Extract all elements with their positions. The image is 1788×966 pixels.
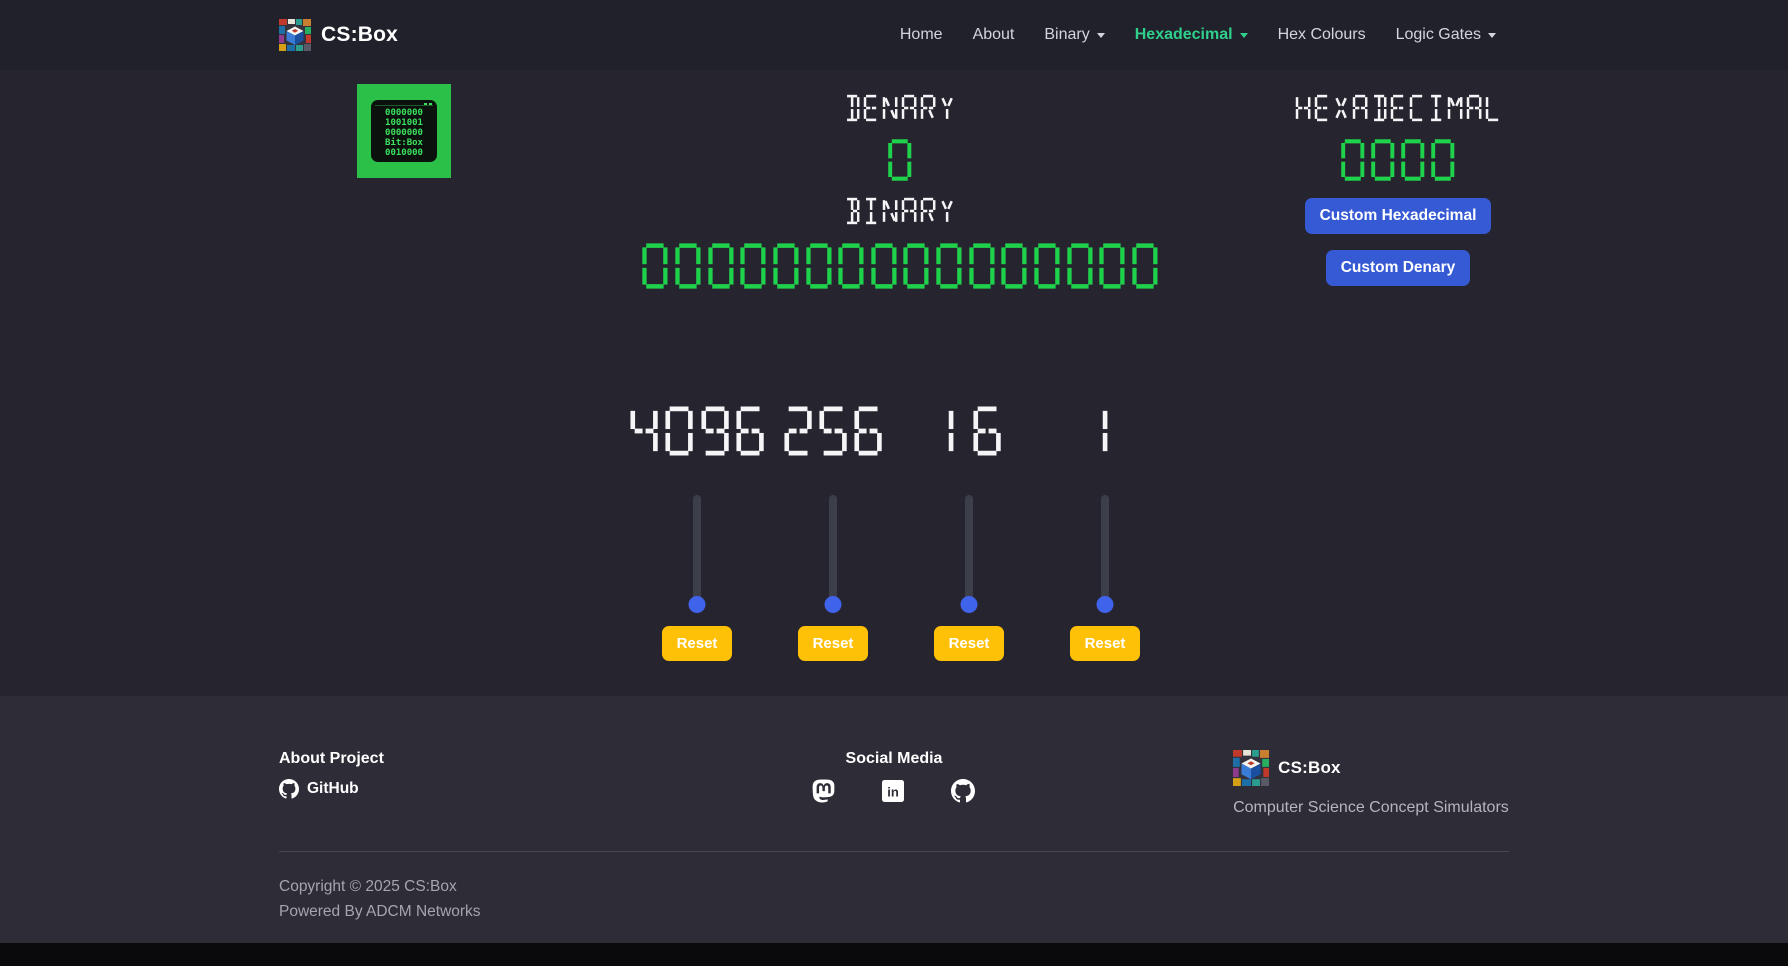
footer: About Project GitHub Social Media in xyxy=(0,696,1788,943)
mastodon-link[interactable] xyxy=(812,779,835,803)
slider-thumb[interactable] xyxy=(961,596,978,613)
footer-brand-title: CS:Box xyxy=(1278,758,1341,778)
hexadecimal-column: Custom Hexadecimal Custom Denary xyxy=(1283,70,1513,286)
linkedin-icon: in xyxy=(881,779,905,803)
slider-track[interactable] xyxy=(1101,495,1109,607)
custom-denary-button[interactable]: Custom Denary xyxy=(1326,250,1471,286)
reset-button-256[interactable]: Reset xyxy=(798,626,869,661)
github-icon xyxy=(951,779,975,803)
nav-item-home[interactable]: Home xyxy=(887,18,956,52)
svg-text:in: in xyxy=(888,785,900,800)
csbox-logo-icon xyxy=(279,19,311,51)
slider-column-4096: Reset xyxy=(632,405,762,661)
slider-column-16: Reset xyxy=(904,405,1034,661)
github-icon xyxy=(279,779,299,799)
chevron-down-icon xyxy=(1240,33,1248,38)
hex-digit-slider-256[interactable] xyxy=(824,495,842,607)
nav-item-hexadecimal-dropdown[interactable]: Hexadecimal xyxy=(1122,18,1261,52)
csbox-hexadecimal-page: CS:Box Home About Binary Hexadecimal Hex… xyxy=(0,0,1788,966)
chevron-down-icon xyxy=(1488,33,1496,38)
place-value-16 xyxy=(936,405,1002,457)
denary-binary-column xyxy=(640,70,1160,290)
bitbox-titlebar xyxy=(375,105,433,106)
hexadecimal-display xyxy=(1340,138,1455,182)
linkedin-link[interactable]: in xyxy=(881,779,905,803)
github-social-link[interactable] xyxy=(951,779,975,803)
hex-digit-slider-1[interactable] xyxy=(1096,495,1114,607)
hex-digit-slider-16[interactable] xyxy=(960,495,978,607)
github-repo-link[interactable]: GitHub xyxy=(279,779,359,799)
denary-heading xyxy=(844,94,955,122)
custom-hexadecimal-button[interactable]: Custom Hexadecimal xyxy=(1305,198,1492,234)
hexadecimal-heading xyxy=(1295,94,1502,122)
hex-digit-slider-4096[interactable] xyxy=(688,495,706,607)
about-project-heading: About Project xyxy=(279,750,685,768)
copyright-text: Copyright © 2025 CS:Box xyxy=(279,874,1509,899)
denary-display xyxy=(887,138,913,182)
nav-links: Home About Binary Hexadecimal Hex Colour… xyxy=(887,18,1509,52)
place-value-4096 xyxy=(629,405,765,457)
slider-thumb[interactable] xyxy=(1097,596,1114,613)
footer-social-column: Social Media in xyxy=(691,750,1097,803)
footer-legal: Copyright © 2025 CS:Box Powered By ADCM … xyxy=(279,874,1509,924)
nav-item-about[interactable]: About xyxy=(960,18,1028,52)
github-link-label: GitHub xyxy=(307,780,359,798)
csbox-logo-icon xyxy=(1233,750,1269,786)
bitbox-titlebar-dots xyxy=(424,103,432,105)
main-content: 0000000 1001001 0000000 Bit:Box 0010000 … xyxy=(0,70,1788,696)
social-icons-row: in xyxy=(691,779,1097,803)
reset-button-4096[interactable]: Reset xyxy=(662,626,733,661)
footer-about-column: About Project GitHub xyxy=(279,750,685,804)
slider-track[interactable] xyxy=(829,495,837,607)
slider-column-1: Reset xyxy=(1040,405,1170,661)
footer-divider xyxy=(279,851,1509,852)
footer-tagline: Computer Science Concept Simulators xyxy=(1233,799,1509,817)
place-value-1 xyxy=(1090,405,1120,457)
place-value-256 xyxy=(783,405,884,457)
nav-item-binary-dropdown[interactable]: Binary xyxy=(1031,18,1117,52)
reset-button-16[interactable]: Reset xyxy=(934,626,1005,661)
nav-item-logic-gates-dropdown[interactable]: Logic Gates xyxy=(1383,18,1509,52)
reset-button-1[interactable]: Reset xyxy=(1070,626,1141,661)
brand-title: CS:Box xyxy=(321,23,398,47)
social-media-heading: Social Media xyxy=(691,750,1097,768)
bitbox-screen: 0000000 1001001 0000000 Bit:Box 0010000 xyxy=(371,100,437,162)
slider-column-256: Reset xyxy=(768,405,898,661)
chevron-down-icon xyxy=(1097,33,1105,38)
binary-display xyxy=(641,242,1158,290)
binary-heading xyxy=(844,197,955,225)
mastodon-icon xyxy=(812,779,835,803)
brand-link[interactable]: CS:Box xyxy=(279,19,398,51)
slider-thumb[interactable] xyxy=(689,596,706,613)
footer-brand-column: CS:Box Computer Science Concept Simulato… xyxy=(1103,750,1509,817)
slider-track[interactable] xyxy=(965,495,973,607)
navbar: CS:Box Home About Binary Hexadecimal Hex… xyxy=(0,0,1788,70)
slider-thumb[interactable] xyxy=(825,596,842,613)
powered-by-text[interactable]: Powered By ADCM Networks xyxy=(279,899,1509,924)
nav-item-hex-colours[interactable]: Hex Colours xyxy=(1265,18,1379,52)
slider-track[interactable] xyxy=(693,495,701,607)
bitbox-logo-tile[interactable]: 0000000 1001001 0000000 Bit:Box 0010000 xyxy=(357,84,451,178)
